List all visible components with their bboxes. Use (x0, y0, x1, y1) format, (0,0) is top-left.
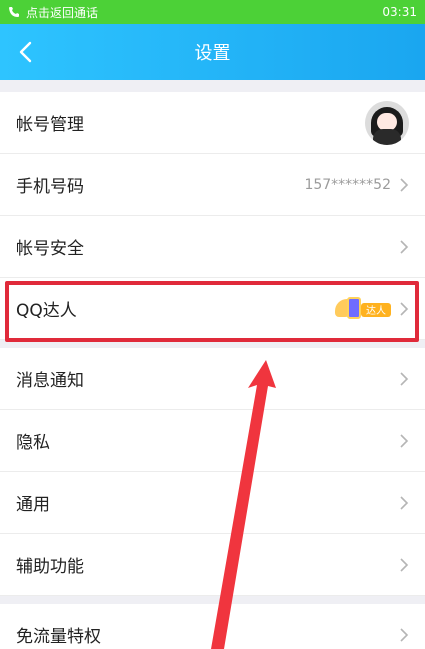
chevron-right-icon (400, 495, 409, 510)
qq-expert-badge-icon: 达人 (335, 296, 391, 321)
settings-item-label: 辅助功能 (16, 557, 84, 577)
phone-icon (9, 7, 19, 17)
chevron-right-icon (400, 301, 409, 316)
section-gap (0, 340, 425, 348)
chevron-right-icon (400, 177, 409, 192)
settings-item-privacy[interactable]: 隐私 (0, 410, 425, 472)
app-header: 设置 (0, 24, 425, 80)
status-time: 03:31 (382, 5, 417, 19)
chevron-right-icon (400, 557, 409, 572)
section-gap (0, 596, 425, 604)
settings-item-label: 免流量特权 (16, 627, 101, 647)
call-return-text: 点击返回通话 (26, 5, 99, 20)
settings-item-label: QQ达人 (16, 301, 77, 321)
avatar (365, 100, 409, 145)
phone-number-value: 157******52 (304, 176, 391, 193)
settings-item-data-free[interactable]: 免流量特权 (0, 604, 425, 649)
settings-item-label: 消息通知 (16, 371, 84, 391)
chevron-right-icon (400, 433, 409, 448)
chevron-right-icon (400, 239, 409, 254)
settings-item-label: 帐号安全 (16, 239, 84, 259)
settings-item-account-management[interactable]: 帐号管理 (0, 92, 425, 154)
call-return-indicator[interactable]: 点击返回通话 (8, 4, 98, 21)
settings-item-label: 手机号码 (16, 177, 84, 197)
chevron-right-icon (400, 371, 409, 386)
settings-item-label: 帐号管理 (16, 115, 84, 135)
settings-item-general[interactable]: 通用 (0, 472, 425, 534)
settings-item-accessibility[interactable]: 辅助功能 (0, 534, 425, 596)
badge-tag: 达人 (361, 302, 391, 317)
page-title: 设置 (194, 43, 231, 64)
settings-item-phone-number[interactable]: 手机号码 157******52 (0, 154, 425, 216)
status-bar: 点击返回通话 03:31 (0, 0, 425, 24)
settings-item-account-security[interactable]: 帐号安全 (0, 216, 425, 278)
settings-item-label: 通用 (16, 495, 50, 515)
chevron-right-icon (400, 627, 409, 642)
settings-item-qq-expert[interactable]: QQ达人 达人 (0, 278, 425, 340)
back-button[interactable] (12, 39, 38, 65)
chevron-left-icon (19, 41, 32, 63)
settings-item-label: 隐私 (16, 433, 50, 453)
settings-list: 帐号管理 手机号码 157******52 帐号安全 QQ达人 达人 消息通知 … (0, 92, 425, 649)
settings-item-notifications[interactable]: 消息通知 (0, 348, 425, 410)
